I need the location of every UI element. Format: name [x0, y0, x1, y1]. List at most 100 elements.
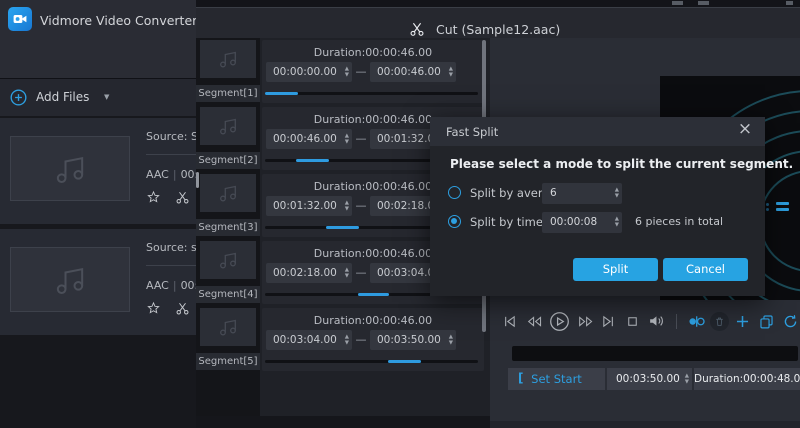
preview-bottom-strip [490, 421, 800, 428]
cut-dialog-bottom-strip [196, 416, 490, 428]
effect-star-icon[interactable] [146, 301, 161, 316]
start-spinner[interactable]: ▲▼ [345, 330, 349, 350]
option-spinner[interactable]: ▲▼ [615, 212, 619, 233]
split-mode-prompt: Please select a mode to split the curren… [450, 157, 793, 171]
segment-duration-label: Duration:00:00:46.00 [262, 46, 484, 59]
set-start-button[interactable]: [ Set Start [508, 368, 605, 390]
segment-label: Segment[1] [196, 85, 260, 102]
format-info: AAC|00:0 [146, 279, 196, 292]
start-spinner[interactable]: ▲▼ [345, 196, 349, 216]
add-files-button[interactable]: Add Files [36, 90, 89, 104]
split-option-field[interactable]: 00:00:08▲▼ [542, 212, 622, 233]
play-button[interactable] [547, 311, 571, 331]
range-dash: — [352, 129, 370, 149]
segment-range-fill [265, 92, 298, 95]
delete-button[interactable] [710, 312, 729, 331]
split-option-row: Split by average: 6▲▼ [430, 183, 765, 205]
segment-thumbnail[interactable] [200, 241, 256, 279]
time-spinner[interactable]: ▲▼ [685, 368, 689, 390]
split-button[interactable]: Split [573, 258, 658, 281]
segment-start-field[interactable]: 00:00:00.00▲▼ [266, 62, 352, 82]
range-dash: — [352, 62, 370, 82]
plus-circle-icon [10, 89, 27, 106]
end-spinner[interactable]: ▲▼ [449, 62, 453, 82]
stop-button[interactable] [622, 311, 642, 331]
chevron-down-icon[interactable]: ▼ [104, 93, 109, 101]
segment-list-item[interactable]: Segment[3] [196, 174, 260, 237]
effect-star-icon[interactable] [146, 190, 161, 205]
toolbar-separator [676, 314, 677, 329]
segment-list-item[interactable]: Segment[4] [196, 241, 260, 304]
rewind-button[interactable] [524, 311, 544, 331]
segment-duration-label: Duration:00:00:46.00 [262, 314, 484, 327]
cut-scissors-icon[interactable] [175, 301, 190, 316]
range-dash: — [352, 196, 370, 216]
copy-button[interactable] [757, 311, 777, 331]
segment-start-field[interactable]: 00:03:04.00▲▼ [266, 330, 352, 350]
app-title: Vidmore Video Converter [40, 13, 197, 28]
fast-split-dialog-header: Fast Split × [430, 117, 765, 146]
library-item[interactable]: Source: sar AAC|00:0 [0, 229, 196, 335]
segment-range-fill [326, 226, 359, 229]
segment-label: Segment[5] [196, 353, 260, 370]
segment-start-field[interactable]: 00:02:18.00▲▼ [266, 263, 352, 283]
fast-forward-button[interactable] [575, 311, 595, 331]
split-option-label: Split by time: [470, 215, 547, 229]
range-dash: — [352, 330, 370, 350]
segment-range-slider[interactable] [265, 92, 478, 95]
minimize-button-sliver[interactable] [672, 1, 683, 5]
segment-detail-card: Duration:00:00:46.00 00:00:00.00▲▼ — 00:… [262, 40, 484, 103]
split-option-field[interactable]: 6▲▼ [542, 183, 622, 204]
segment-thumbnail[interactable] [200, 174, 256, 212]
segment-end-field[interactable]: 00:00:46.00▲▼ [370, 62, 456, 82]
segment-range-fill [296, 159, 329, 162]
end-spinner[interactable]: ▲▼ [449, 330, 453, 350]
segment-list-scrollbar[interactable] [196, 172, 199, 188]
segment-list-item[interactable]: Segment[1] [196, 40, 260, 103]
segment-start-field[interactable]: 00:01:32.00▲▼ [266, 196, 352, 216]
start-spinner[interactable]: ▲▼ [345, 263, 349, 283]
fast-split-dialog: Fast Split × Please select a mode to spl… [430, 117, 765, 296]
split-option-row: Split by time: 00:00:08▲▼ 6 pieces in to… [430, 212, 765, 234]
format-info: AAC|00:0 [146, 168, 196, 181]
radio-button[interactable] [448, 215, 461, 228]
segment-start-field[interactable]: 00:00:46.00▲▼ [266, 129, 352, 149]
segment-list[interactable]: Segment[1] Segment[2] Segment[3] Segment… [196, 38, 260, 428]
skip-start-button[interactable] [500, 311, 520, 331]
close-button-sliver[interactable] [786, 1, 793, 5]
divider [146, 154, 196, 155]
ab-split-button[interactable] [687, 311, 707, 331]
playback-controls [500, 310, 800, 332]
segment-thumbnail[interactable] [200, 308, 256, 346]
add-files-row[interactable]: Add Files ▼ [0, 79, 196, 116]
segment-list-item[interactable]: Segment[2] [196, 107, 260, 170]
add-button[interactable] [733, 311, 753, 331]
skip-end-button[interactable] [599, 311, 619, 331]
close-icon[interactable]: × [735, 119, 755, 139]
cancel-button[interactable]: Cancel [663, 258, 748, 281]
volume-button[interactable] [646, 311, 666, 331]
option-spinner[interactable]: ▲▼ [615, 183, 619, 204]
segment-list-item[interactable]: Segment[5] [196, 308, 260, 371]
maximize-button-sliver[interactable] [698, 1, 709, 5]
segment-thumbnail[interactable] [200, 107, 256, 145]
source-label: Source: Sa [146, 130, 196, 143]
reset-button[interactable] [780, 311, 800, 331]
segment-range-slider[interactable] [265, 360, 478, 363]
radio-button[interactable] [448, 186, 461, 199]
audio-thumbnail[interactable] [10, 136, 130, 201]
app-titlebar: Vidmore Video Converter [0, 0, 196, 78]
audio-thumbnail[interactable] [10, 247, 130, 312]
cut-dialog-header: Cut (Sample12.aac) [196, 7, 800, 38]
split-option-note: 6 pieces in total [635, 215, 723, 228]
fast-split-dialog-title: Fast Split [446, 125, 498, 139]
library-item[interactable]: Source: Sa AAC|00:0 [0, 118, 196, 224]
segment-end-field[interactable]: 00:03:50.00▲▼ [370, 330, 456, 350]
start-spinner[interactable]: ▲▼ [345, 129, 349, 149]
cut-scissors-icon[interactable] [175, 190, 190, 205]
preview-timeline[interactable] [512, 346, 798, 361]
segment-thumbnail[interactable] [200, 40, 256, 78]
start-spinner[interactable]: ▲▼ [345, 62, 349, 82]
current-time-field[interactable]: 00:03:50.00 ▲▼ [607, 368, 692, 390]
range-dash: — [352, 263, 370, 283]
